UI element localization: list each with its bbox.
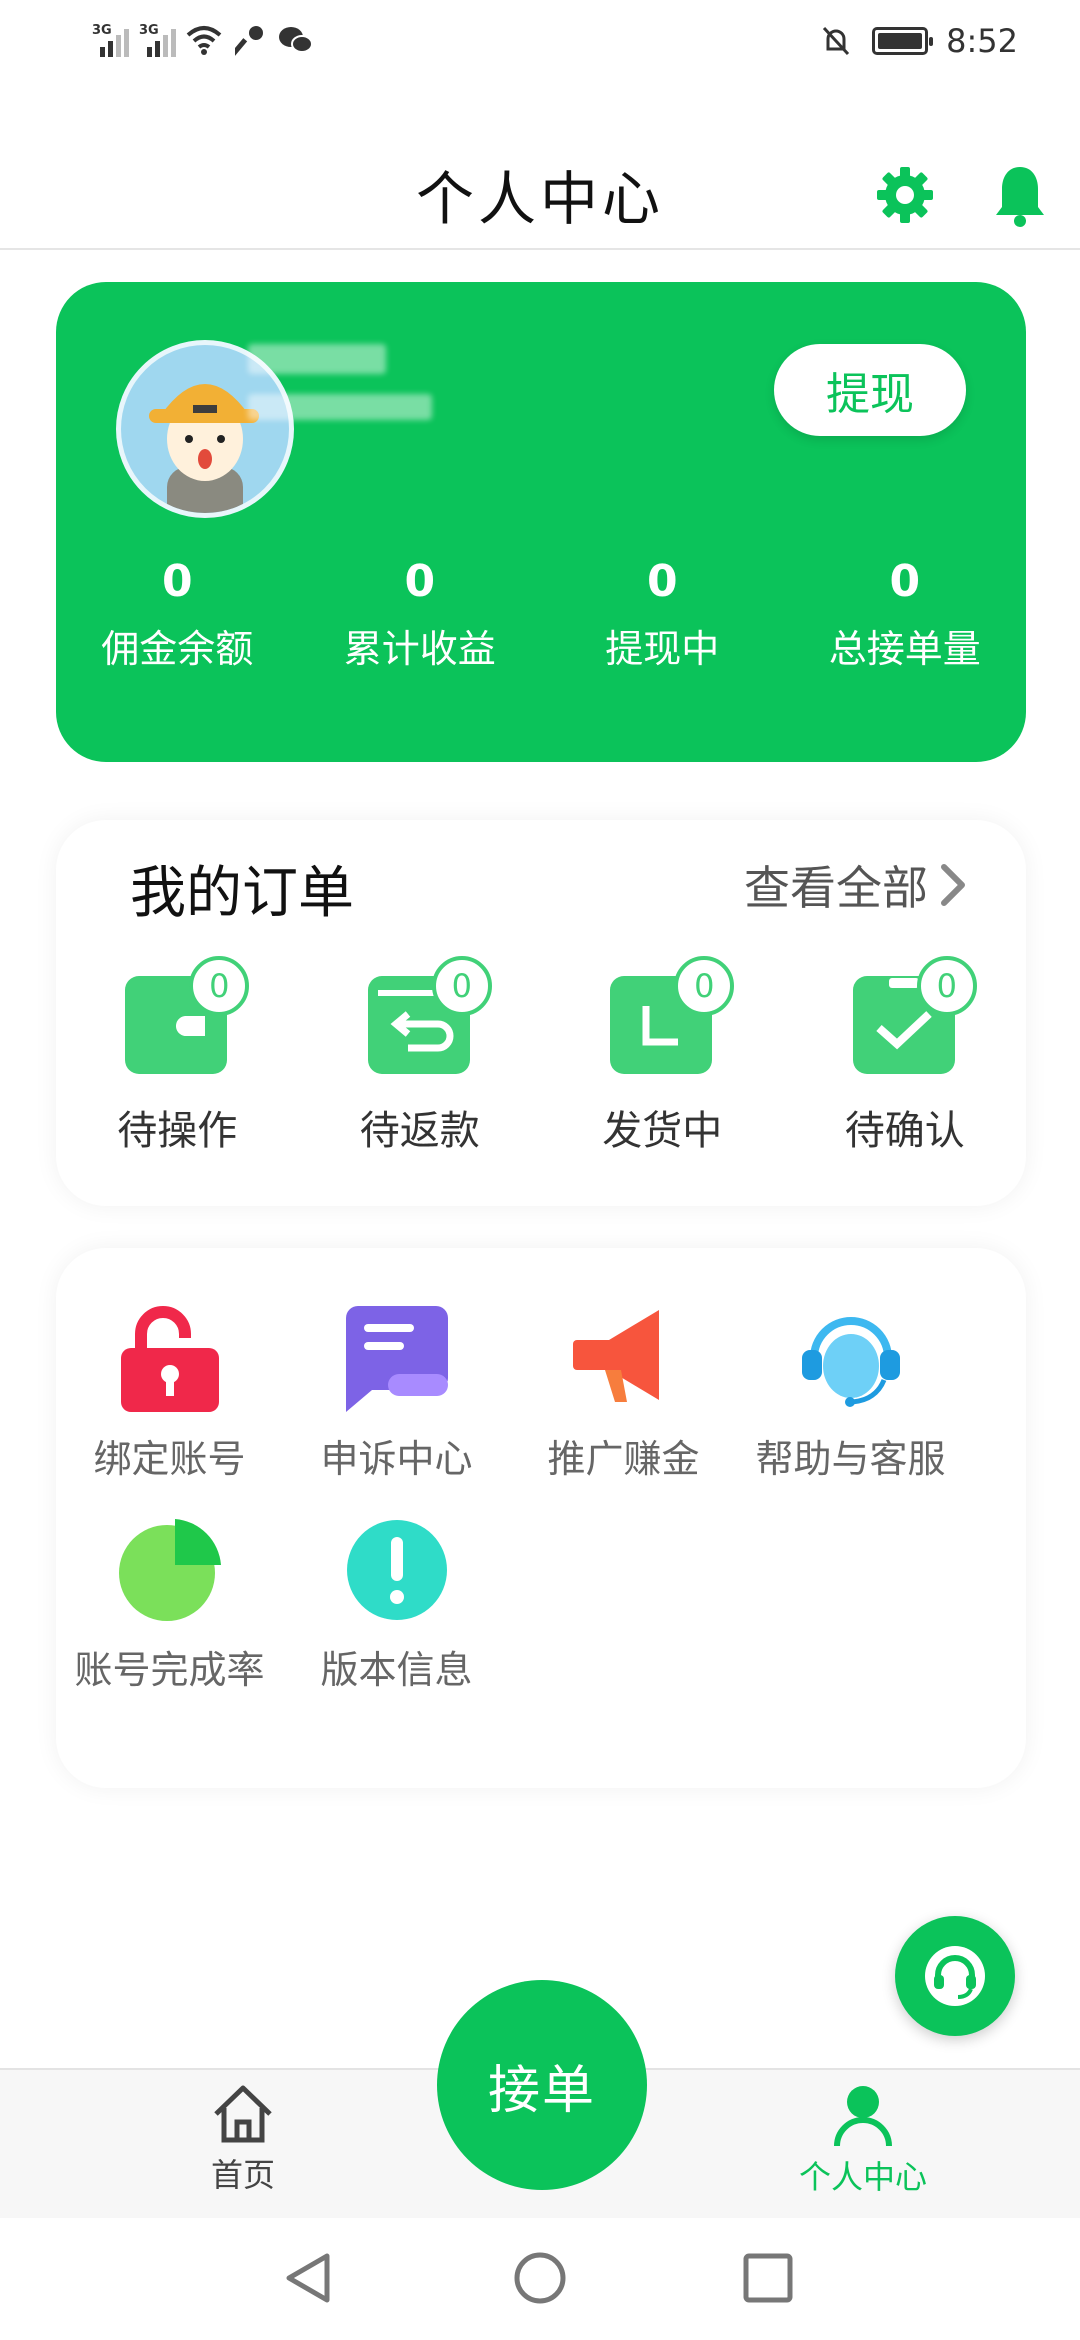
tool-version-info[interactable]: 版本信息 [283, 1515, 510, 1694]
wallet-icon: 0 [125, 956, 250, 1074]
userid-redacted [248, 394, 432, 420]
shipping-icon: 0 [610, 956, 735, 1074]
status-right: 8:52 [818, 22, 1018, 60]
battery-icon [872, 27, 934, 55]
profile-stats: 0 佣金余额 0 累计收益 0 提现中 0 总接单量 [56, 552, 1026, 673]
customer-service-float-button[interactable] [895, 1916, 1015, 2036]
order-status-pending-confirm[interactable]: 0 待确认 [784, 956, 1027, 1156]
withdraw-button[interactable]: 提现 [774, 344, 966, 436]
confirm-icon: 0 [852, 956, 977, 1074]
recents-button[interactable] [738, 2248, 798, 2308]
mute-bell-icon [818, 23, 854, 59]
status-time: 8:52 [946, 22, 1018, 60]
megaphone-icon [569, 1304, 679, 1414]
order-count-badge: 0 [674, 956, 735, 1016]
info-exclamation-icon [342, 1515, 452, 1625]
tab-profile[interactable]: 个人中心 [763, 2084, 963, 2198]
user-icon [834, 2086, 892, 2146]
username-redacted [248, 344, 386, 374]
signal-icon: 3G [92, 23, 129, 57]
refund-icon: 0 [367, 956, 492, 1074]
order-status-grid: 0 待操作 0 待返款 0 发货中 0 待确认 [56, 956, 1027, 1156]
order-status-shipping[interactable]: 0 发货中 [541, 956, 784, 1156]
gear-icon [877, 167, 933, 223]
bell-icon [996, 167, 1044, 227]
wechat-icon [278, 22, 314, 58]
pie-chart-icon [115, 1515, 225, 1625]
tool-promote-earn[interactable]: 推广赚金 [510, 1304, 737, 1483]
status-bar: 3G 3G 8:52 [0, 0, 1080, 84]
tool-appeal-center[interactable]: 申诉中心 [283, 1304, 510, 1483]
network-type-label: 3G [92, 23, 112, 38]
signal-icon: 3G [139, 23, 176, 57]
tool-grid: 绑定账号 申诉中心 推广赚金 帮助与客服 账号完成率 版本信息 [56, 1304, 1026, 1694]
orders-title: 我的订单 [130, 861, 354, 926]
home-nav-button[interactable] [510, 2248, 570, 2308]
order-count-badge: 0 [431, 956, 492, 1016]
appeal-icon [342, 1304, 452, 1414]
key-icon [232, 22, 268, 58]
recents-square-icon [743, 2253, 793, 2303]
stat-total-orders[interactable]: 0 总接单量 [784, 552, 1027, 673]
status-left: 3G 3G [92, 22, 314, 58]
unlock-icon [115, 1304, 225, 1414]
tools-card: 绑定账号 申诉中心 推广赚金 帮助与客服 账号完成率 版本信息 [56, 1248, 1026, 1788]
back-triangle-icon [286, 2253, 330, 2303]
headset-icon [925, 1946, 985, 2006]
tab-home[interactable]: 首页 [143, 2084, 343, 2196]
back-button[interactable] [278, 2248, 338, 2308]
tool-bind-account[interactable]: 绑定账号 [56, 1304, 283, 1483]
orders-card: 我的订单 查看全部 0 待操作 0 待返款 0 发货中 0 待确认 [56, 820, 1026, 1206]
system-nav-bar [0, 2218, 1080, 2340]
tool-help-support[interactable]: 帮助与客服 [737, 1304, 964, 1483]
order-status-pending-action[interactable]: 0 待操作 [56, 956, 299, 1156]
chevron-right-icon [941, 864, 965, 906]
page-header: 个人中心 [0, 110, 1080, 250]
settings-button[interactable] [870, 160, 940, 230]
wifi-icon [186, 22, 222, 58]
profile-card: 提现 0 佣金余额 0 累计收益 0 提现中 0 总接单量 [56, 282, 1026, 762]
view-all-orders-link[interactable]: 查看全部 [744, 852, 966, 918]
stat-withdrawing[interactable]: 0 提现中 [541, 552, 784, 673]
stat-commission-balance[interactable]: 0 佣金余额 [56, 552, 299, 673]
stat-total-earnings[interactable]: 0 累计收益 [299, 552, 542, 673]
order-status-pending-refund[interactable]: 0 待返款 [299, 956, 542, 1156]
order-count-badge: 0 [189, 956, 250, 1016]
take-order-button[interactable]: 接单 [437, 1980, 647, 2190]
home-circle-icon [514, 2252, 566, 2304]
notification-button[interactable] [985, 160, 1055, 230]
home-icon [214, 2085, 272, 2143]
network-type-label: 3G [139, 23, 159, 38]
order-count-badge: 0 [916, 956, 977, 1016]
headset-agent-icon [796, 1304, 906, 1414]
tool-account-completion[interactable]: 账号完成率 [56, 1515, 283, 1694]
